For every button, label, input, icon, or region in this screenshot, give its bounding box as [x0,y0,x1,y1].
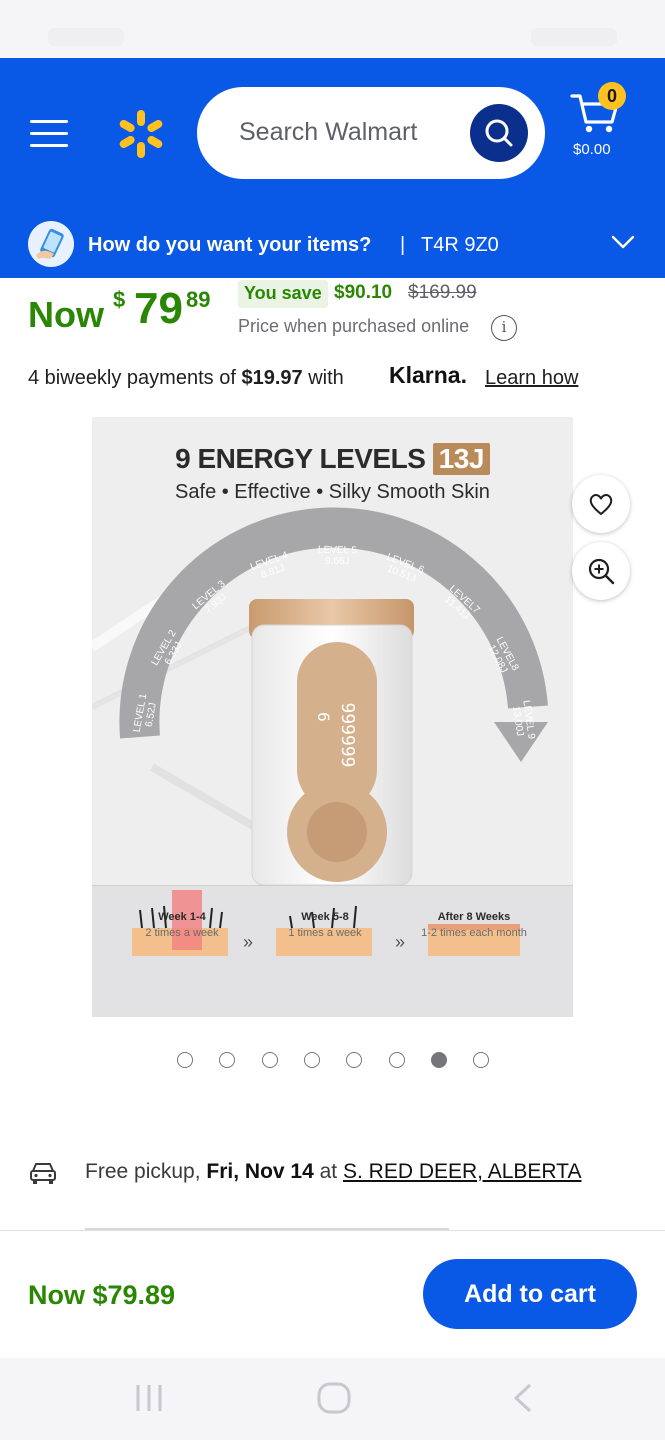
price-cents: 89 [186,287,211,312]
hamburger-icon[interactable] [30,118,70,150]
carousel-dot[interactable] [346,1052,362,1068]
skin-illustrations [132,890,520,956]
stage-frequency: 1 times a week [288,927,362,939]
carousel-dot[interactable] [219,1052,235,1068]
carousel-dot[interactable] [431,1052,447,1068]
search-placeholder: Search Walmart [239,118,418,146]
carousel-dot[interactable] [473,1052,489,1068]
delivery-phone-icon [28,221,74,267]
delivery-question[interactable]: How do you want your items? [88,234,371,257]
stage-week-5-8: Week 5-8 1 times a week [275,911,375,939]
back-icon[interactable] [510,1383,534,1413]
stage-after-8-weeks: After 8 Weeks 1-2 times each month [410,911,538,939]
klarna-logo: Klarna. [389,362,467,388]
save-amount: $90.10 [334,282,393,303]
price-currency: $ [113,287,126,312]
you-save-label: You save [238,280,328,308]
learn-how-link[interactable]: Learn how [485,367,578,390]
chevron-down-icon[interactable] [611,234,635,250]
energy-title-text: 9 ENERGY LEVELS [175,443,426,474]
product-image[interactable]: 999999 6 LEVEL 1 6.52J LEVEL 2 6.33J LEVEL 3… [92,417,573,1017]
stage-title: Week 5-8 [301,911,349,923]
status-bar [0,0,665,58]
klarna-amount: $19.97 [241,367,303,389]
treatment-stages: » » [92,885,573,1017]
zoom-button[interactable] [572,542,630,600]
cart-count-badge: 0 [598,82,626,110]
delivery-postal-code[interactable]: T4R 9Z0 [421,234,499,257]
status-time [48,28,124,46]
price-whole: 79 [134,284,183,333]
stage-frequency: 1-2 times each month [421,927,527,939]
walmart-spark-icon[interactable] [115,108,167,160]
info-icon[interactable]: i [491,315,517,341]
energy-badge: 13J [432,443,490,475]
sticky-price: Now $79.89 [28,1280,176,1310]
stage-week-1-4: Week 1-4 2 times a week [132,911,232,939]
pickup-prefix: Free pickup, [85,1160,201,1183]
energy-title: 9 ENERGY LEVELS 13J [92,443,573,475]
favorite-button[interactable] [572,475,630,533]
delivery-separator: | [400,234,406,256]
stage-frequency: 2 times a week [145,927,219,939]
heart-icon [589,494,613,515]
energy-subtitle: Safe • Effective • Silky Smooth Skin [175,481,490,503]
pickup-text: Free pickup, Fri, Nov 14 at S. RED DEER,… [85,1160,581,1184]
hamburger-line [30,132,68,135]
carousel-dot[interactable] [389,1052,405,1068]
device-display: 999999 [337,702,358,767]
energy-level-value: 9.66J [325,556,350,567]
stage-arrow-2: » [395,932,406,952]
hamburger-line [30,120,68,123]
hamburger-line [30,144,68,147]
car-icon [30,1163,56,1184]
stage-title: Week 1-4 [158,911,206,923]
zoom-in-icon [588,558,615,585]
search-icon [485,119,513,147]
was-price: $169.99 [408,282,477,303]
carousel-dot[interactable] [177,1052,193,1068]
home-icon[interactable] [316,1381,352,1415]
status-indicators [531,28,617,46]
energy-level-label: LEVEL 5 [318,545,358,557]
carousel-dot[interactable] [262,1052,278,1068]
online-price-note: Price when purchased online [238,316,470,336]
stage-arrow-1: » [243,932,254,952]
device-level: 6 [314,712,333,722]
pickup-store-link[interactable]: S. RED DEER, ALBERTA [343,1160,581,1183]
pickup-date: Fri, Nov 14 [206,1160,314,1183]
stage-title: After 8 Weeks [437,911,511,923]
carousel-dots [175,1052,495,1072]
add-to-cart-button[interactable]: Add to cart [423,1259,637,1329]
search-button[interactable] [470,104,528,162]
klarna-payments-text: 4 biweekly payments of $19.97 with [28,367,344,390]
klarna-suffix: with [308,367,344,389]
recent-apps-icon[interactable] [133,1383,165,1413]
price-now-label: Now [28,294,104,335]
klarna-prefix: 4 biweekly payments of [28,367,236,389]
cart-total: $0.00 [573,141,611,158]
pickup-at: at [319,1160,338,1183]
carousel-dot[interactable] [304,1052,320,1068]
